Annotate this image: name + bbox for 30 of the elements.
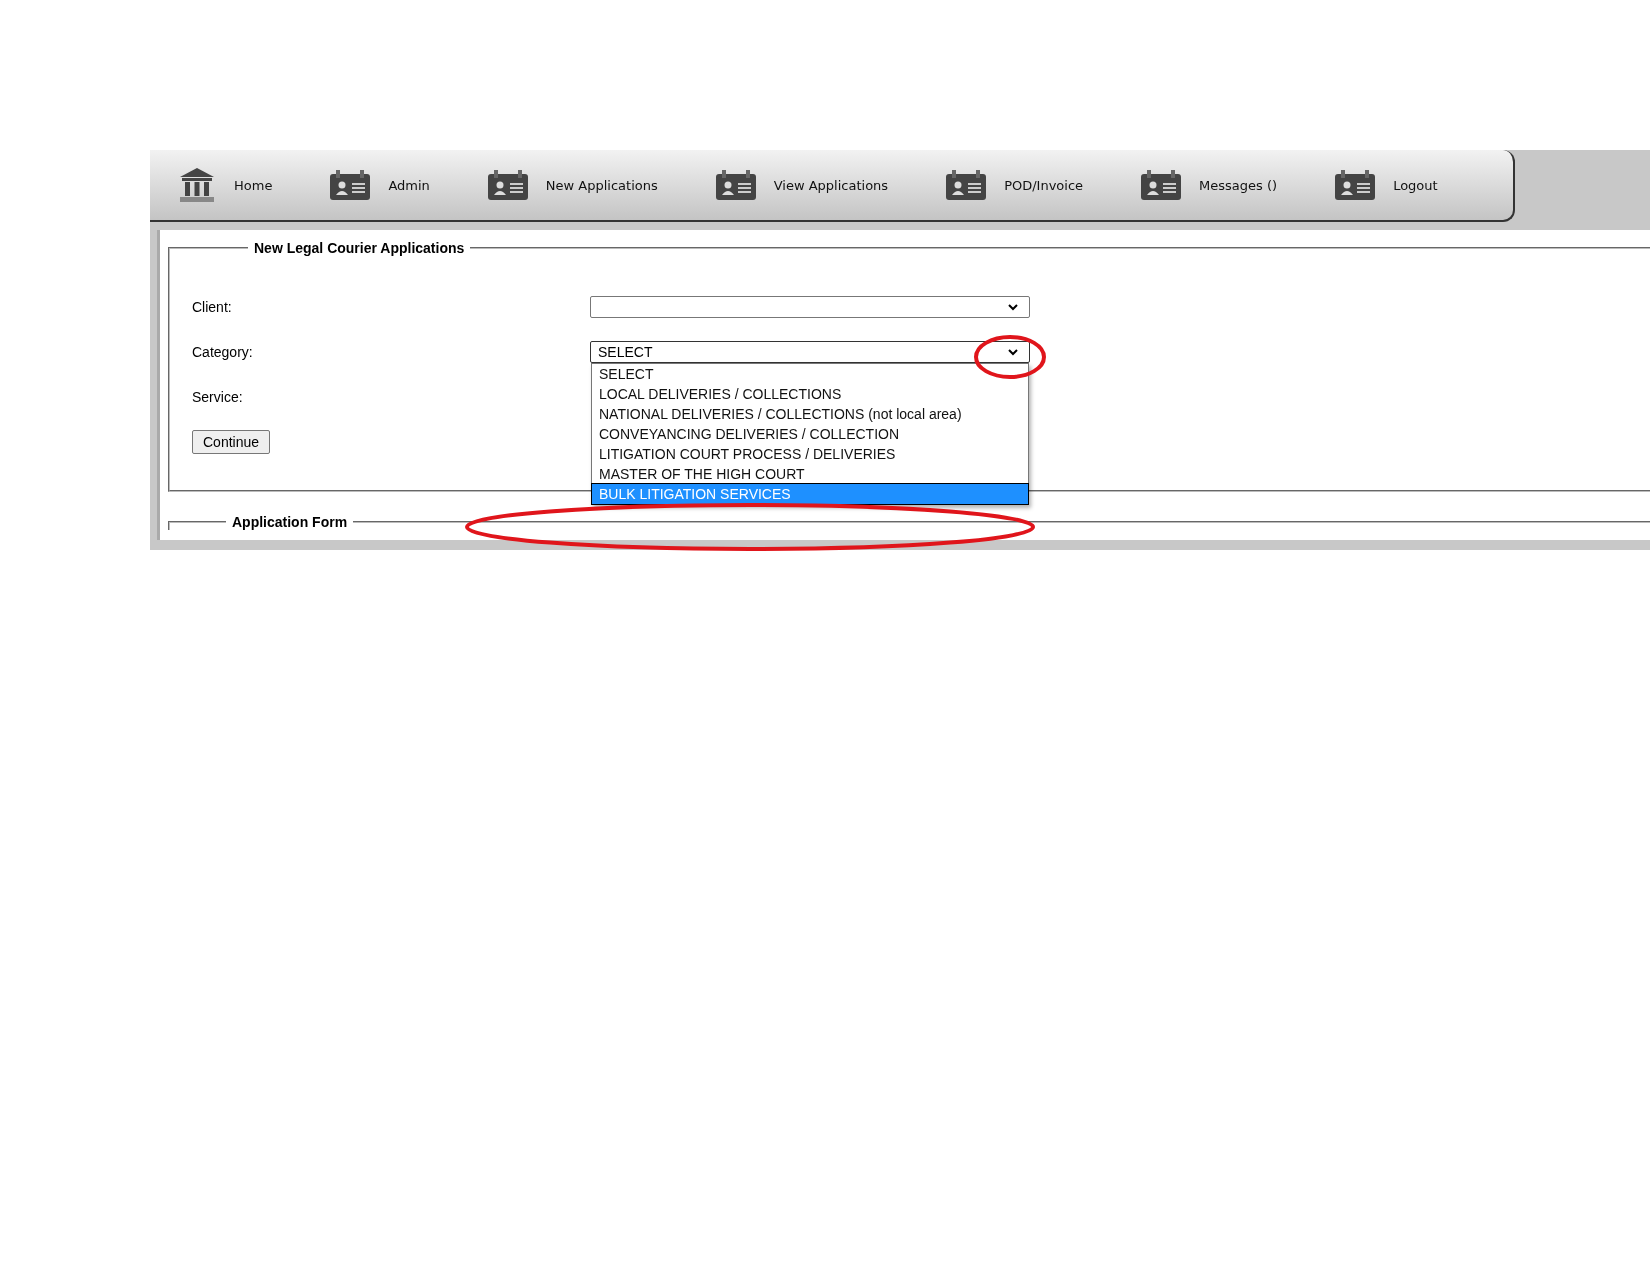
nav-item[interactable]: New Applications — [487, 170, 658, 200]
fieldset-legend: Application Form — [226, 514, 354, 530]
nav-item[interactable]: Home — [178, 167, 273, 203]
continue-button[interactable]: Continue — [192, 429, 271, 454]
dropdown-option[interactable]: LOCAL DELIVERIES / COLLECTIONS — [592, 383, 1028, 404]
id-card-icon — [330, 170, 371, 200]
dropdown-option[interactable]: LITIGATION COURT PROCESS / DELIVERIES — [592, 443, 1028, 464]
chevron-icon — [1007, 346, 1019, 357]
annotation-ellipse — [974, 335, 1046, 379]
nav-item[interactable]: Admin — [330, 170, 430, 200]
client-select[interactable] — [590, 295, 1030, 318]
id-card-icon — [1335, 170, 1376, 200]
id-card-icon — [715, 170, 756, 200]
bank-icon — [178, 167, 216, 203]
nav-item[interactable]: Messages () — [1141, 170, 1278, 200]
dropdown-option[interactable]: MASTER OF THE HIGH COURT — [592, 463, 1028, 484]
field-label: Category: — [192, 343, 254, 360]
id-card-icon — [1141, 170, 1182, 200]
field-label: Service: — [192, 388, 244, 405]
nav-item[interactable]: Logout — [1335, 170, 1438, 200]
dropdown-option[interactable]: NATIONAL DELIVERIES / COLLECTIONS (not local area) — [592, 403, 1028, 424]
field-label: Client: — [192, 298, 233, 315]
nav-item[interactable]: View Applications — [715, 170, 889, 200]
dropdown-option[interactable]: CONVEYANCING DELIVERIES / COLLECTION — [592, 423, 1028, 444]
id-card-icon — [946, 170, 987, 200]
id-card-icon — [487, 170, 528, 200]
fieldset-legend: New Legal Courier Applications — [248, 240, 471, 256]
chevron-icon — [1007, 301, 1019, 312]
dropdown-option[interactable]: SELECT — [592, 363, 1028, 384]
nav-item[interactable]: POD/Invoice — [946, 170, 1084, 200]
